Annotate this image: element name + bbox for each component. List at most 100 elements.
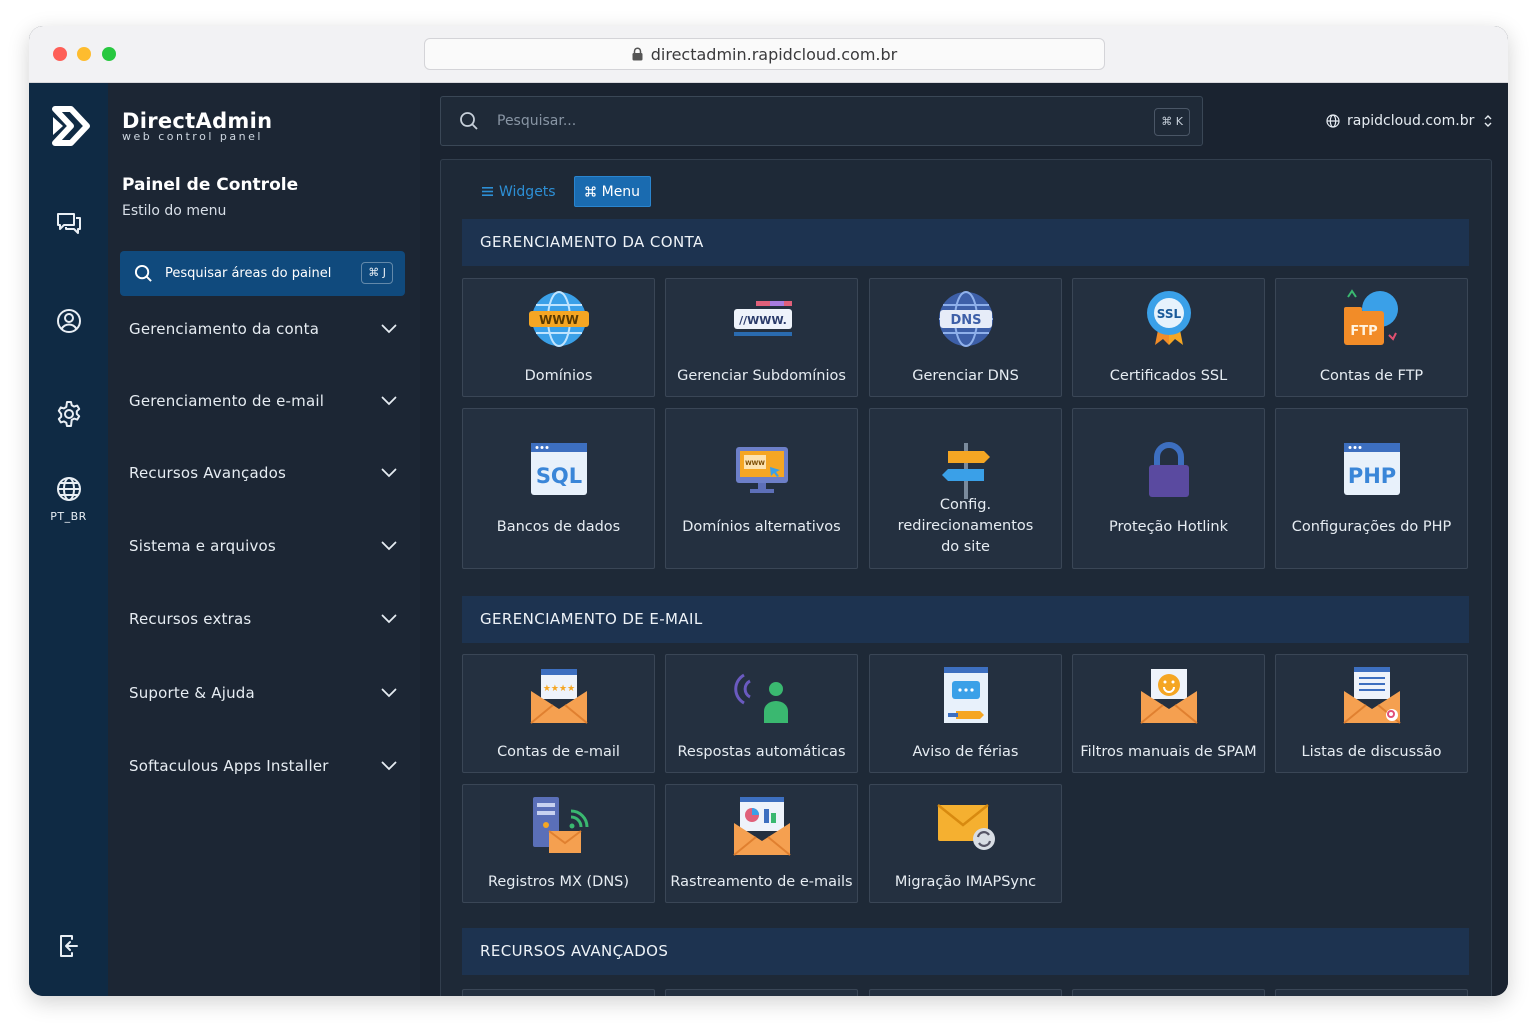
maximize-window-button[interactable]	[102, 47, 116, 61]
icon-rail: PT_BR	[29, 83, 108, 996]
global-search-input[interactable]: Pesquisar... ⌘ K	[440, 96, 1203, 146]
globe-icon	[1326, 114, 1340, 128]
search-icon	[460, 112, 478, 130]
domain-selector[interactable]: rapidcloud.com.br	[1326, 113, 1495, 129]
menu-tile[interactable]: //WWW. Gerenciar Subdomínios	[665, 278, 858, 397]
sidebar-item-5[interactable]: Suporte & Ajuda	[129, 678, 397, 708]
section-header: GERENCIAMENTO DA CONTA	[462, 219, 1469, 266]
menu-tile-label: Filtros manuais de SPAM	[1080, 744, 1257, 760]
menu-tile-label: Gerenciar DNS	[912, 368, 1019, 384]
menu-tile-label: Certificados SSL	[1109, 368, 1228, 384]
panel-search-button[interactable]: Pesquisar áreas do painel ⌘ J	[120, 251, 405, 296]
menu-tile[interactable]: Respostas automáticas	[665, 654, 858, 773]
menu-tile[interactable]: Aviso de férias	[869, 654, 1062, 773]
menu-tile[interactable]: Listas de discussão	[1275, 654, 1468, 773]
main-area: Pesquisar... ⌘ K rapidcloud.com.br Widge…	[420, 83, 1508, 996]
auto-reply-person-icon	[733, 673, 788, 723]
svg-text:WWW: WWW	[539, 313, 579, 327]
minimize-window-button[interactable]	[77, 47, 91, 61]
menu-tile[interactable]: WWW Domínios	[462, 278, 655, 397]
close-window-button[interactable]	[53, 47, 67, 61]
chevron-down-icon	[381, 541, 397, 551]
panel-search-label: Pesquisar áreas do painel	[165, 266, 332, 281]
svg-text:DNS: DNS	[950, 313, 981, 328]
mx-server-envelope-icon	[532, 797, 588, 853]
tab-menu-label: Menu	[601, 183, 641, 200]
settings-gear-icon[interactable]	[54, 399, 84, 429]
browser-toolbar: directadmin.rapidcloud.com.br	[29, 26, 1508, 83]
menu-tile-label: Registros MX (DNS)	[487, 874, 630, 890]
chevron-down-icon	[381, 324, 397, 334]
tab-widgets[interactable]: Widgets	[472, 176, 566, 207]
logout-icon[interactable]	[54, 931, 84, 961]
panel-title: Painel de Controle	[122, 175, 299, 195]
menu-content: Widgets Menu GERENCIAMENTO DA CONTA WWW Do…	[440, 159, 1492, 996]
menu-tile[interactable]: FTP Contas de FTP	[1275, 278, 1468, 397]
sidebar-item-0[interactable]: Gerenciamento da conta	[129, 314, 397, 344]
menu-tile[interactable]: Rastreamento de e-mails	[665, 784, 858, 903]
sidebar-item-label: Recursos Avançados	[129, 464, 286, 482]
user-profile-icon[interactable]	[54, 306, 84, 336]
address-bar[interactable]: directadmin.rapidcloud.com.br	[424, 38, 1105, 70]
menu-tile[interactable]	[869, 989, 1062, 996]
menu-tile[interactable]: ★★★★ Contas de e-mail	[462, 654, 655, 773]
chevron-down-icon	[381, 688, 397, 698]
menu-tile[interactable]: Migração IMAPSync	[869, 784, 1062, 903]
menu-tile[interactable]: PHP Configurações do PHP	[1275, 408, 1468, 569]
svg-text:PHP: PHP	[1347, 464, 1395, 488]
envelope-stars-icon: ★★★★	[529, 669, 588, 724]
language-globe-icon[interactable]	[54, 474, 84, 504]
chevron-down-icon	[381, 614, 397, 624]
dns-globe-icon: DNS	[938, 291, 993, 347]
sidebar-item-label: Gerenciamento da conta	[129, 320, 320, 338]
directadmin-logo-icon[interactable]	[51, 103, 93, 149]
mailing-list-envelope-icon	[1342, 667, 1401, 724]
global-search-shortcut: ⌘ K	[1154, 108, 1190, 136]
messages-icon[interactable]	[54, 207, 84, 237]
menu-tile-label: Config. redirecionamentos do site	[897, 497, 1034, 555]
menu-tile[interactable]	[1275, 989, 1468, 996]
menu-tile-label: Contas de FTP	[1319, 368, 1424, 384]
search-icon	[134, 264, 152, 282]
menu-tile-label: Proteção Hotlink	[1108, 519, 1229, 535]
sidebar-item-1[interactable]: Gerenciamento de e-mail	[129, 386, 397, 416]
php-window-icon: PHP	[1343, 443, 1400, 495]
tab-widgets-label: Widgets	[499, 183, 556, 200]
tab-menu[interactable]: Menu	[573, 176, 652, 207]
menu-tile[interactable]: Registros MX (DNS)	[462, 784, 655, 903]
svg-text:FTP: FTP	[1350, 324, 1377, 339]
language-label[interactable]: PT_BR	[29, 510, 108, 523]
sidebar-item-2[interactable]: Recursos Avançados	[129, 458, 397, 488]
imapsync-envelope-icon	[936, 804, 995, 850]
menu-tile-label: Contas de e-mail	[497, 744, 620, 760]
signpost-icon	[941, 443, 990, 499]
menu-tile-label: Gerenciar Subdomínios	[677, 368, 846, 384]
menu-tile-label: Respostas automáticas	[677, 744, 846, 760]
menu-tile[interactable]: DNS Gerenciar DNS	[869, 278, 1062, 397]
menu-tile[interactable]: Filtros manuais de SPAM	[1072, 654, 1265, 773]
side-panel: DirectAdmin web control panel Painel de …	[108, 83, 420, 996]
menu-tile[interactable]	[665, 989, 858, 996]
sidebar-item-label: Softaculous Apps Installer	[129, 757, 329, 775]
subdomain-www-icon: //WWW.	[733, 301, 792, 336]
menu-tile[interactable]	[462, 989, 655, 996]
command-icon	[585, 186, 596, 197]
sidebar-item-4[interactable]: Recursos extras	[129, 604, 397, 634]
menu-tile[interactable]: SSL Certificados SSL	[1072, 278, 1265, 397]
menu-tile[interactable]: Proteção Hotlink	[1072, 408, 1265, 569]
view-tabs: Widgets Menu	[472, 176, 652, 207]
globe-www-icon: WWW	[528, 291, 589, 347]
sidebar-item-3[interactable]: Sistema e arquivos	[129, 531, 397, 561]
menu-tile-label: Migração IMAPSync	[894, 874, 1037, 890]
sidebar-item-6[interactable]: Softaculous Apps Installer	[129, 751, 397, 781]
menu-tile[interactable]: WWW Domínios alternativos	[665, 408, 858, 569]
brand-tagline: web control panel	[122, 130, 263, 143]
sidebar-item-label: Suporte & Ajuda	[129, 684, 255, 702]
ssl-badge-icon: SSL	[1146, 291, 1191, 345]
menu-tile[interactable]	[1072, 989, 1265, 996]
section-header: RECURSOS AVANÇADOS	[462, 928, 1469, 975]
menu-tile[interactable]: SQL Bancos de dados	[462, 408, 655, 569]
menu-tile[interactable]: Config. redirecionamentos do site	[869, 408, 1062, 569]
ftp-folder-icon: FTP	[1343, 289, 1398, 345]
email-tracking-icon	[732, 797, 791, 856]
